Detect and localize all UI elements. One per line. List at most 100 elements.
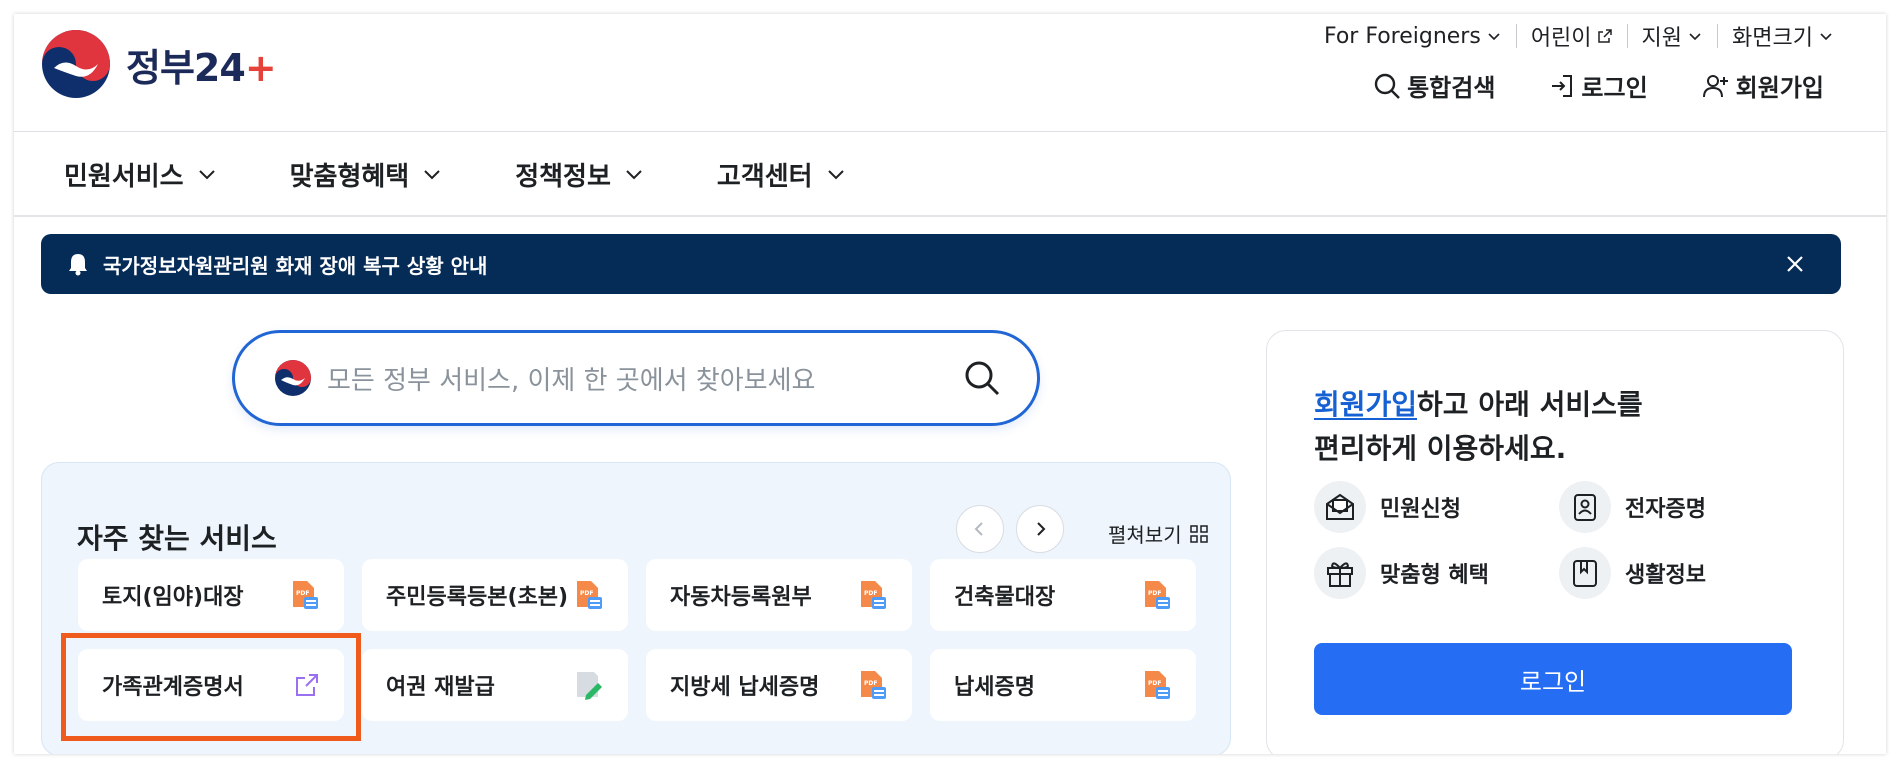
- pdf-doc-icon: PDF: [861, 581, 886, 609]
- service-label: 주민등록등본(초본): [386, 585, 569, 610]
- signup-label: 회원가입: [1735, 74, 1824, 102]
- header: 정부24+ For Foreigners 어린이 지원 화면크기 통합검색 로그…: [14, 14, 1886, 132]
- service-card-resident-register[interactable]: 주민등록등본(초본) PDF: [362, 559, 628, 631]
- search-input[interactable]: 모든 정부 서비스, 이제 한 곳에서 찾아보세요: [327, 360, 815, 397]
- taegeuk-logo-icon: [42, 30, 110, 98]
- header-actions: 통합검색 로그인 회원가입: [1373, 68, 1824, 103]
- nav-item-policy-info[interactable]: 정책정보: [515, 156, 645, 193]
- panel-item-label: 맞춤형 혜택: [1380, 563, 1489, 588]
- support-menu[interactable]: 지원: [1628, 20, 1717, 52]
- nav-label: 정책정보: [515, 161, 611, 192]
- expand-button[interactable]: 펼쳐보기: [1108, 519, 1208, 548]
- add-user-icon: [1702, 74, 1728, 97]
- nav-item-customer-center[interactable]: 고객센터: [717, 156, 847, 193]
- panel-item-label: 전자증명: [1625, 497, 1706, 522]
- utility-menu: For Foreigners 어린이 지원 화면크기: [1310, 20, 1834, 52]
- chevron-right-icon: [1037, 522, 1046, 536]
- prev-button[interactable]: [956, 505, 1004, 553]
- logo-text-main: 정부: [126, 45, 195, 90]
- logo-wordmark: 정부24+: [126, 37, 277, 92]
- grid-icon: [1189, 524, 1208, 543]
- svg-text:PDF: PDF: [296, 590, 309, 597]
- integrated-search-label: 통합검색: [1407, 74, 1496, 102]
- service-label: 납세증명: [954, 675, 1035, 700]
- login-link[interactable]: 로그인: [1549, 68, 1648, 103]
- edit-doc-icon: [577, 672, 602, 700]
- signup-link[interactable]: 회원가입: [1702, 68, 1824, 103]
- service-card-local-tax-certificate[interactable]: 지방세 납세증명 PDF: [646, 649, 912, 721]
- chevron-down-icon: [1689, 33, 1701, 41]
- external-link-icon: [1597, 29, 1612, 43]
- chevron-down-icon: [1488, 33, 1500, 41]
- logo-text-num: 2: [193, 45, 220, 90]
- support-label: 지원: [1641, 26, 1683, 51]
- nav-label: 고객센터: [716, 161, 813, 192]
- search-bar[interactable]: 모든 정부 서비스, 이제 한 곳에서 찾아보세요: [232, 330, 1040, 426]
- logo-text-plus: +: [244, 45, 277, 90]
- service-label: 자동차등록원부: [670, 585, 812, 610]
- integrated-search-button[interactable]: 통합검색: [1373, 68, 1495, 103]
- svg-text:PDF: PDF: [1148, 680, 1161, 687]
- bookmark-book-icon: [1559, 547, 1611, 599]
- panel-item-life-info[interactable]: 생활정보: [1559, 547, 1804, 599]
- nav-label: 맞춤형혜택: [289, 161, 410, 192]
- service-card-building-register[interactable]: 건축물대장 PDF: [930, 559, 1196, 631]
- mail-doc-icon: [1314, 481, 1366, 533]
- logo-text-num2: 4: [219, 45, 245, 90]
- main-nav: 민원서비스 맞춤형혜택 정책정보 고객센터: [14, 133, 1886, 217]
- page-frame: 정부24+ For Foreigners 어린이 지원 화면크기 통합검색 로그…: [14, 14, 1886, 754]
- font-size-label: 화면크기: [1732, 26, 1813, 51]
- panel-subline: 편리하게 이용하세요.: [1314, 432, 1567, 465]
- font-size-menu[interactable]: 화면크기: [1718, 20, 1834, 52]
- bell-icon: [69, 254, 87, 276]
- login-icon: [1552, 74, 1573, 97]
- nav-item-custom-benefits[interactable]: 맞춤형혜택: [290, 156, 444, 193]
- panel-item-label: 민원신청: [1380, 497, 1461, 522]
- pdf-doc-icon: PDF: [293, 581, 318, 609]
- svg-text:PDF: PDF: [1148, 590, 1161, 597]
- panel-item-e-certificate[interactable]: 전자증명: [1559, 481, 1804, 533]
- frequent-services-title: 자주 찾는 서비스: [77, 522, 277, 555]
- service-card-vehicle-register[interactable]: 자동차등록원부 PDF: [646, 559, 912, 631]
- next-button[interactable]: [1016, 505, 1064, 553]
- id-card-icon: [1559, 481, 1611, 533]
- svg-text:PDF: PDF: [864, 680, 877, 687]
- panel-item-civil-application[interactable]: 민원신청: [1314, 481, 1559, 533]
- svg-text:PDF: PDF: [864, 590, 877, 597]
- login-button[interactable]: 로그인: [1314, 643, 1792, 715]
- chevron-down-icon: [198, 170, 215, 180]
- chevron-down-icon: [424, 170, 440, 180]
- search-icon: [1374, 73, 1400, 99]
- close-icon[interactable]: [1785, 254, 1805, 274]
- service-label: 지방세 납세증명: [670, 675, 820, 700]
- service-label: 토지(임야)대장: [102, 585, 244, 610]
- notice-banner[interactable]: 국가정보자원관리원 화재 장애 복구 상황 안내: [41, 234, 1841, 294]
- signup-inline-link[interactable]: 회원가입: [1314, 388, 1417, 421]
- login-panel: 회원가입하고 아래 서비스를 편리하게 이용하세요. 민원신청 전자증명 맞춤형…: [1266, 330, 1844, 754]
- kids-label: 어린이: [1530, 26, 1592, 51]
- search-icon[interactable]: [963, 359, 1001, 397]
- pdf-doc-icon: PDF: [861, 671, 886, 699]
- for-foreigners-menu[interactable]: For Foreigners: [1310, 24, 1516, 49]
- gift-icon: [1314, 547, 1366, 599]
- svg-text:PDF: PDF: [580, 590, 593, 597]
- service-card-land-register[interactable]: 토지(임야)대장 PDF: [78, 559, 344, 631]
- service-label: 여권 재발급: [386, 675, 495, 700]
- service-label: 건축물대장: [954, 585, 1056, 610]
- service-card-tax-certificate[interactable]: 납세증명 PDF: [930, 649, 1196, 721]
- panel-item-custom-benefits[interactable]: 맞춤형 혜택: [1314, 547, 1559, 599]
- chevron-down-icon: [827, 170, 844, 180]
- for-foreigners-label: For Foreigners: [1323, 23, 1481, 49]
- service-card-passport-reissue[interactable]: 여권 재발급: [362, 649, 628, 721]
- highlight-box: [61, 633, 361, 741]
- kids-link[interactable]: 어린이: [1517, 20, 1627, 52]
- panel-item-label: 생활정보: [1625, 563, 1706, 588]
- nav-label: 민원서비스: [64, 161, 184, 192]
- expand-label: 펼쳐보기: [1108, 523, 1182, 547]
- pdf-doc-icon: PDF: [577, 581, 602, 609]
- nav-item-civil-service[interactable]: 민원서비스: [64, 156, 218, 193]
- chevron-left-icon: [974, 522, 983, 536]
- pdf-doc-icon: PDF: [1145, 671, 1170, 699]
- login-label: 로그인: [1581, 74, 1648, 102]
- site-logo[interactable]: 정부24+: [40, 28, 277, 100]
